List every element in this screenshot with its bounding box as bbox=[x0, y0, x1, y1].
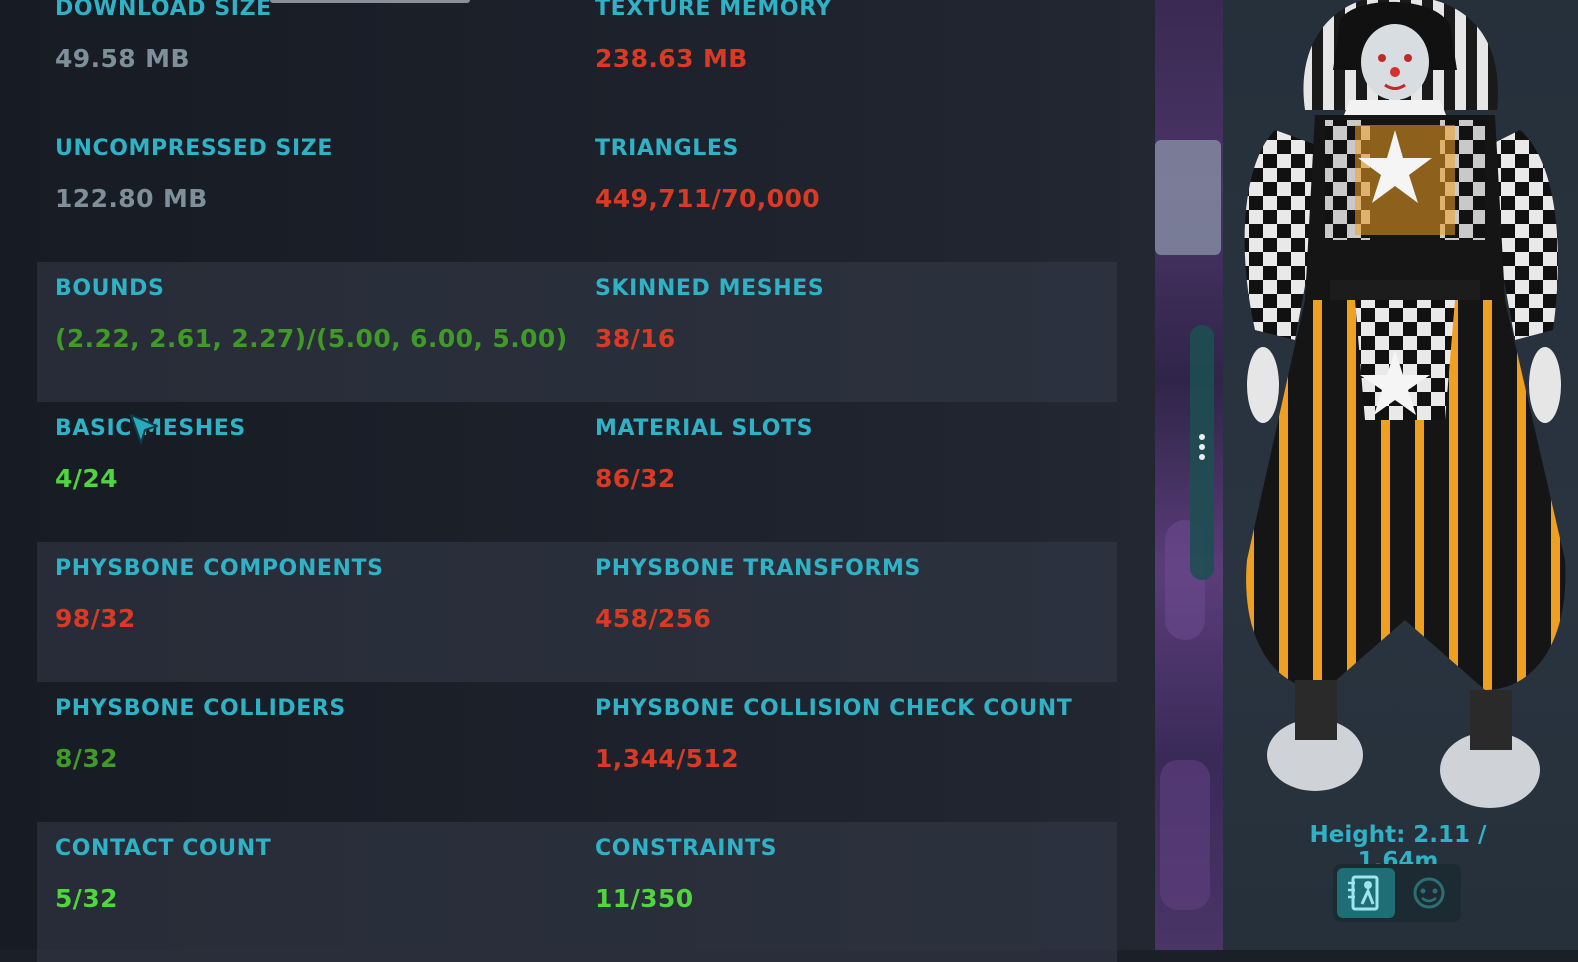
stat-label: MATERIAL SLOTS bbox=[595, 416, 814, 441]
stat-label: PHYSBONE COLLIDERS bbox=[55, 696, 346, 721]
stat-label: PHYSBONE COMPONENTS bbox=[55, 556, 384, 581]
stat-value: 458/256 bbox=[595, 604, 712, 633]
stat-label: BOUNDS bbox=[55, 276, 165, 301]
avatar-model-preview[interactable] bbox=[1235, 0, 1578, 820]
stat-value: 5/32 bbox=[55, 884, 118, 913]
stat-label: DOWNLOAD SIZE bbox=[55, 0, 272, 21]
stat-value: 49.58 MB bbox=[55, 44, 190, 73]
full-body-view-icon bbox=[1348, 875, 1379, 911]
stat-value: 8/32 bbox=[55, 744, 118, 773]
stat-value: 11/350 bbox=[595, 884, 694, 913]
stat-row: CONTACT COUNT 5/32 CONSTRAINTS 11/350 bbox=[37, 822, 1117, 962]
mouse-cursor-icon bbox=[130, 414, 158, 444]
stat-label: PHYSBONE TRANSFORMS bbox=[595, 556, 921, 581]
stat-label: PHYSBONE COLLISION CHECK COUNT bbox=[595, 696, 1073, 721]
stat-row: PHYSBONE COMPONENTS 98/32 PHYSBONE TRANS… bbox=[37, 542, 1117, 682]
stat-row: BOUNDS (2.22, 2.61, 2.27)/(5.00, 6.00, 5… bbox=[37, 262, 1117, 402]
face-view-button[interactable] bbox=[1400, 868, 1458, 918]
stat-row: UNCOMPRESSED SIZE 122.80 MB TRIANGLES 44… bbox=[37, 122, 1117, 262]
avatar-stats-panel: DOWNLOAD SIZE 49.58 MB TEXTURE MEMORY 23… bbox=[0, 0, 1155, 962]
full-body-view-button[interactable] bbox=[1337, 868, 1395, 918]
stat-label: CONTACT COUNT bbox=[55, 836, 272, 861]
stat-row: PHYSBONE COLLIDERS 8/32 PHYSBONE COLLISI… bbox=[37, 682, 1117, 822]
stat-label: UNCOMPRESSED SIZE bbox=[55, 136, 333, 161]
stat-label: SKINNED MESHES bbox=[595, 276, 825, 301]
stat-value: 4/24 bbox=[55, 464, 118, 493]
stat-label: CONSTRAINTS bbox=[595, 836, 778, 861]
face-view-icon bbox=[1413, 877, 1445, 909]
stat-label: TRIANGLES bbox=[595, 136, 739, 161]
stat-value: 98/32 bbox=[55, 604, 136, 633]
stat-value: 238.63 MB bbox=[595, 44, 748, 73]
stat-label: TEXTURE MEMORY bbox=[595, 0, 833, 21]
stat-value: 38/16 bbox=[595, 324, 676, 353]
stat-row: BASIC MESHES 4/24 MATERIAL SLOTS 86/32 bbox=[37, 402, 1117, 542]
stat-value: 122.80 MB bbox=[55, 184, 208, 213]
stat-value: 86/32 bbox=[595, 464, 676, 493]
stat-value: (2.22, 2.61, 2.27)/(5.00, 6.00, 5.00) bbox=[55, 324, 568, 353]
drag-handle-icon[interactable] bbox=[1193, 430, 1211, 470]
stat-value: 449,711/70,000 bbox=[595, 184, 821, 213]
stat-value: 1,344/512 bbox=[595, 744, 739, 773]
stat-row: DOWNLOAD SIZE 49.58 MB TEXTURE MEMORY 23… bbox=[37, 0, 1117, 122]
